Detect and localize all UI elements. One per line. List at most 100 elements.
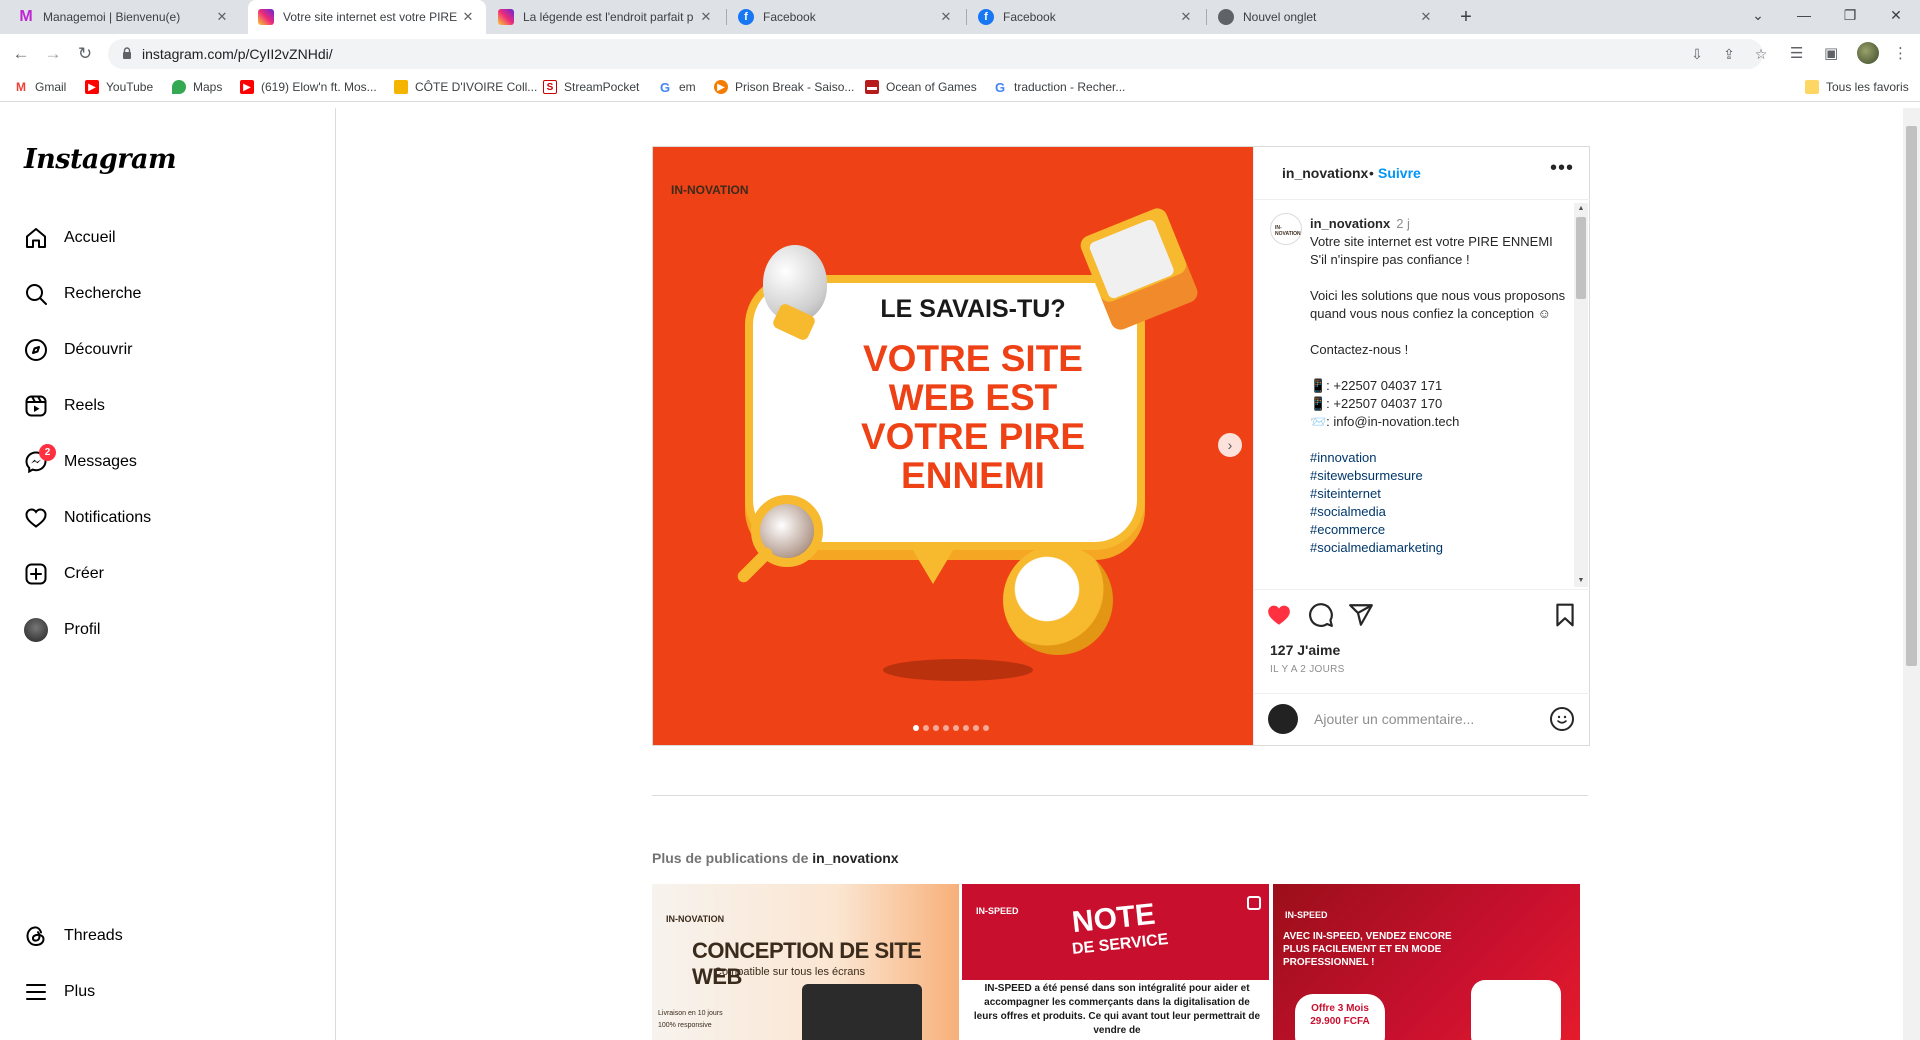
bookmark-ocean-of-games[interactable]: ▬ Ocean of Games [865,80,977,94]
more-posts-user[interactable]: in_novationx [812,850,898,866]
bookmark-youtube[interactable]: ▶ YouTube [85,80,153,94]
headline-line: VOTRE SITE [863,338,1083,379]
thumb-offer: Offre 3 Mois [1311,1003,1369,1014]
close-icon[interactable]: ✕ [460,9,476,25]
bookmark-prison-break[interactable]: ▶ Prison Break - Saiso... [714,80,854,94]
nav-reels[interactable]: Reels [12,382,312,430]
close-window-button[interactable]: ✕ [1874,0,1918,30]
all-bookmarks-folder[interactable]: Tous les favoris [1805,80,1909,94]
hashtag-link[interactable]: #siteinternet [1310,485,1570,503]
scroll-up-arrow-icon[interactable]: ▲ [1576,205,1586,212]
post-author[interactable]: in_novationx [1282,165,1368,181]
author-avatar[interactable]: IN-NOVATION [1270,213,1302,245]
tab-new-tab[interactable]: Nouvel onglet ✕ [1208,0,1444,34]
tab-instagram-legende[interactable]: La légende est l'endroit parfait p ✕ [488,0,724,34]
bookmark-star-icon[interactable]: ☆ [1752,46,1770,62]
more-options-icon[interactable]: ••• [1550,157,1574,180]
profile-avatar[interactable] [1857,42,1879,64]
bookmark-streampocket[interactable]: S StreamPocket [543,80,639,94]
forward-arrow-icon[interactable]: → [41,42,65,66]
nav-decouvrir[interactable]: Découvrir [12,326,312,374]
likes-count[interactable]: 127 J'aime [1270,642,1340,658]
close-icon[interactable]: ✕ [938,9,954,25]
tab-title: La légende est l'endroit parfait p [523,10,694,24]
post-thumbnail[interactable]: IN-SPEED AVEC IN-SPEED, VENDEZ ENCORE PL… [1273,884,1580,1040]
headline-line: ENNEMI [901,455,1045,496]
thumb-description: IN-SPEED a été pensé dans son intégralit… [973,983,1261,1036]
scroll-down-arrow-icon[interactable]: ▼ [1576,577,1586,584]
speech-bubble-tail [908,542,958,584]
bookmark-elown[interactable]: ▶ (619) Elow'n ft. Mos... [240,80,377,94]
nav-creer[interactable]: Créer [12,550,312,598]
hashtag-link[interactable]: #sitewebsurmesure [1310,467,1570,485]
lock-icon[interactable] [122,47,132,59]
restore-button[interactable]: ❐ [1828,0,1872,30]
tab-facebook-2[interactable]: f Facebook ✕ [968,0,1204,34]
nav-profil[interactable]: Profil [12,606,312,654]
bookmark-label: traduction - Recher... [1014,80,1126,94]
tab-facebook-1[interactable]: f Facebook ✕ [728,0,964,34]
page-scroll-thumb[interactable] [1906,126,1917,666]
bookmark-maps[interactable]: Maps [172,80,222,94]
like-heart-icon[interactable] [1266,602,1292,628]
minimize-button[interactable]: — [1782,0,1826,30]
post-header: in_novationx • Suivre ••• [1254,147,1590,200]
save-bookmark-icon[interactable] [1552,602,1578,628]
close-icon[interactable]: ✕ [698,9,714,25]
hashtag-link[interactable]: #innovation [1310,449,1570,467]
caption-scroll-thumb[interactable] [1576,217,1586,299]
nav-threads[interactable]: Threads [12,912,312,960]
close-icon[interactable]: ✕ [1418,9,1434,25]
headline-line: WEB EST [888,377,1058,418]
post-image[interactable]: IN-NOVATION LE SAVAIS-TU? VOTRE SITE WEB… [653,147,1253,745]
hashtag-link[interactable]: #socialmedia [1310,503,1570,521]
tab-instagram-post[interactable]: Votre site internet est votre PIRE ✕ [248,0,486,34]
bookmark-cote-ivoire[interactable]: CÔTE D'IVOIRE Coll... [394,80,537,94]
nav-notifications[interactable]: Notifications [12,494,312,542]
nav-plus[interactable]: Plus [12,968,312,1016]
reels-icon [25,395,47,417]
back-arrow-icon[interactable]: ← [9,42,33,66]
hashtag-link[interactable]: #ecommerce [1310,521,1570,539]
facebook-icon: f [738,9,754,25]
share-send-icon[interactable] [1348,602,1374,628]
carousel-dot [923,725,929,731]
bookmark-label: (619) Elow'n ft. Mos... [261,80,377,94]
bookmark-em[interactable]: Gem [658,80,696,95]
hashtag-link[interactable]: #socialmediamarketing [1310,539,1570,557]
new-tab-button[interactable]: + [1455,6,1477,28]
carousel-dot [943,725,949,731]
nav-recherche[interactable]: Recherche [12,270,312,318]
thumb-description: AVEC IN-SPEED, VENDEZ ENCORE PLUS FACILE… [1283,931,1452,968]
phone-image [1471,980,1561,1040]
thumb-brand: IN-SPEED [1285,910,1328,920]
comment-input[interactable]: Ajouter un commentaire... [1314,711,1474,727]
caption-body: Votre site internet est votre PIRE ENNEM… [1310,233,1570,449]
close-icon[interactable]: ✕ [1178,9,1194,25]
bookmark-traduction[interactable]: Gtraduction - Recher... [993,80,1126,95]
post-thumbnail[interactable]: IN-NOVATION CONCEPTION DE SITE WEB Compa… [652,884,959,1040]
tab-managemoi[interactable]: M Managemoi | Bienvenu(e) ✕ [8,0,240,34]
next-slide-button[interactable]: › [1218,433,1242,457]
comment-icon[interactable] [1308,602,1334,628]
bookmark-gmail[interactable]: M Gmail [14,80,66,94]
caption-author[interactable]: in_novationx [1310,216,1390,231]
reading-list-icon[interactable]: ☰ [1790,44,1803,62]
youtube-icon: ▶ [240,80,254,94]
post-actions: 127 J'aime IL Y A 2 JOURS [1254,589,1590,693]
nav-messages[interactable]: 2 Messages [12,438,312,486]
instagram-logo[interactable]: Instagram [24,144,177,175]
tab-search-chevron-icon[interactable]: ⌄ [1736,0,1780,30]
nav-accueil[interactable]: Accueil [12,214,312,262]
follow-button[interactable]: Suivre [1378,165,1421,181]
share-icon[interactable]: ⇪ [1720,46,1738,62]
reload-icon[interactable]: ↻ [73,42,97,66]
kebab-menu-icon[interactable]: ⋮ [1893,44,1908,62]
emoji-icon[interactable] [1550,707,1574,731]
post-thumbnail[interactable]: IN-SPEED NOTE DE SERVICE IN-SPEED a été … [962,884,1269,1040]
close-icon[interactable]: ✕ [214,9,230,25]
install-app-icon[interactable]: ⇩ [1688,46,1706,62]
post-heading: LE SAVAIS-TU? [880,295,1066,323]
address-bar[interactable]: instagram.com/p/CyII2vZNHdi/ ⇩ ⇪ ☆ [108,39,1767,69]
side-panel-icon[interactable]: ▣ [1824,44,1838,62]
